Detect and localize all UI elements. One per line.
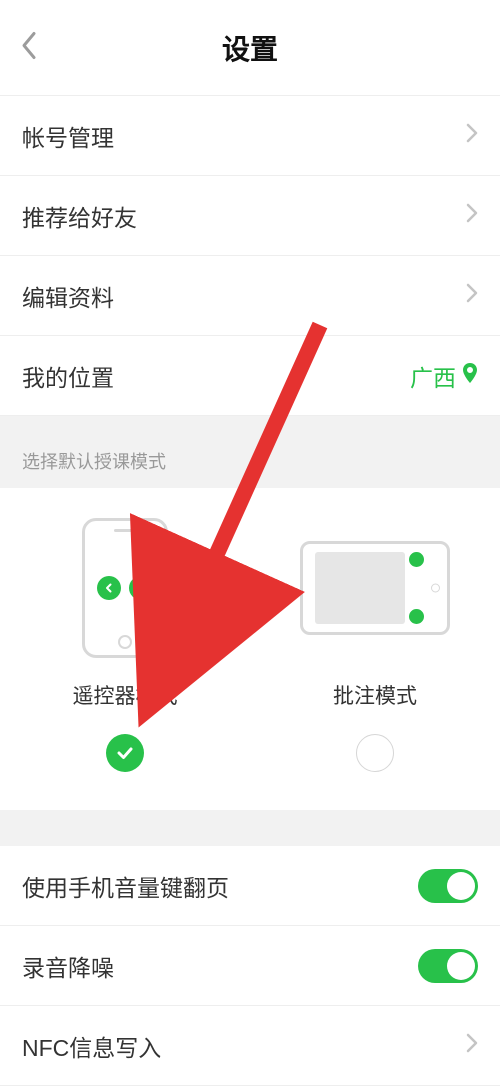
toggle-noise-reduce[interactable]	[418, 949, 478, 983]
mode-label-remote: 遥控器模式	[73, 680, 178, 710]
chevron-right-icon	[466, 1032, 478, 1059]
row-label: 帐号管理	[22, 119, 466, 153]
page-title: 设置	[0, 28, 500, 68]
row-my-location[interactable]: 我的位置 广西	[0, 336, 500, 416]
row-label: 录音降噪	[22, 949, 418, 983]
row-label: 编辑资料	[22, 279, 466, 313]
location-pin-icon	[462, 362, 478, 389]
mode-selection-area: 遥控器模式 批注模式	[0, 488, 500, 810]
row-edit-profile[interactable]: 编辑资料	[0, 256, 500, 336]
row-label: 推荐给好友	[22, 199, 466, 233]
chevron-left-icon	[20, 30, 38, 60]
row-nfc-write[interactable]: NFC信息写入	[0, 1006, 500, 1086]
toggle-volume-flip[interactable]	[418, 869, 478, 903]
section-heading-mode: 选择默认授课模式	[0, 416, 500, 488]
header-bar: 设置	[0, 0, 500, 96]
row-volume-flip: 使用手机音量键翻页	[0, 846, 500, 926]
remote-mode-illustration	[82, 518, 168, 658]
mode-option-annotate[interactable]: 批注模式	[250, 518, 500, 772]
up-icon	[409, 552, 424, 567]
section-heading-label: 选择默认授课模式	[22, 448, 166, 474]
mode-label-annotate: 批注模式	[333, 680, 417, 710]
prev-icon	[97, 576, 121, 600]
row-recommend-friends[interactable]: 推荐给好友	[0, 176, 500, 256]
section-gap	[0, 810, 500, 846]
mode-radio-annotate-unselected[interactable]	[356, 734, 394, 772]
row-label: NFC信息写入	[22, 1029, 466, 1063]
row-label: 使用手机音量键翻页	[22, 869, 418, 903]
mode-radio-remote-selected[interactable]	[106, 734, 144, 772]
back-button[interactable]	[20, 30, 38, 65]
check-icon	[115, 743, 135, 763]
row-noise-reduce: 录音降噪	[0, 926, 500, 1006]
row-account-management[interactable]: 帐号管理	[0, 96, 500, 176]
row-label: 我的位置	[22, 359, 410, 393]
chevron-right-icon	[466, 282, 478, 309]
down-icon	[409, 609, 424, 624]
mode-option-remote[interactable]: 遥控器模式	[0, 518, 250, 772]
annotate-mode-illustration	[300, 518, 450, 658]
chevron-right-icon	[466, 122, 478, 149]
next-icon	[129, 576, 153, 600]
location-value: 广西	[410, 359, 456, 393]
chevron-right-icon	[466, 202, 478, 229]
